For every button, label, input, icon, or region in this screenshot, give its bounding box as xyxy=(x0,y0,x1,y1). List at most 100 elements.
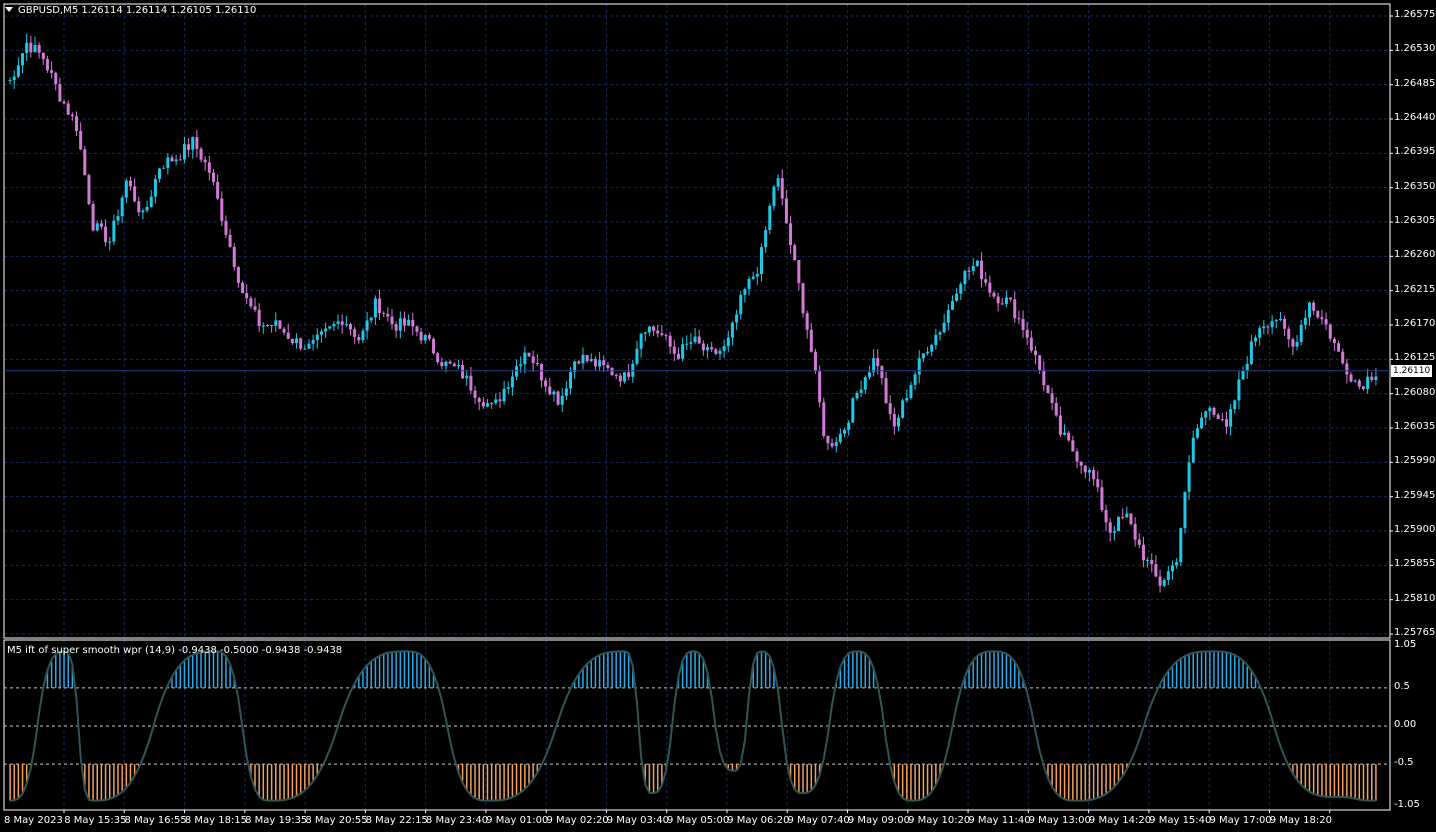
price-label: 1.25855 xyxy=(1394,558,1436,570)
candle-body xyxy=(643,332,647,334)
time-label: 9 May 17:00 xyxy=(1209,815,1272,826)
candle-body xyxy=(1200,417,1204,429)
candle-body xyxy=(1208,407,1212,412)
candle-body xyxy=(631,363,635,377)
candle-body xyxy=(1013,299,1017,319)
candle-body xyxy=(108,241,112,243)
candle-body xyxy=(490,403,494,405)
symbol-dropdown-icon[interactable] xyxy=(5,7,13,12)
candle-body xyxy=(452,363,456,367)
candle-body xyxy=(710,347,714,350)
candle-body xyxy=(735,314,739,323)
candle-body xyxy=(789,223,793,246)
candle-body xyxy=(751,276,755,279)
candle-body xyxy=(411,319,415,327)
candle-body xyxy=(552,391,556,395)
candle-body xyxy=(66,103,70,115)
candle-body xyxy=(527,352,531,357)
candle-body xyxy=(1266,326,1270,328)
candle-body xyxy=(681,344,685,359)
candle-body xyxy=(668,335,672,347)
candle-body xyxy=(1349,374,1353,382)
candle-body xyxy=(54,72,58,85)
candle-body xyxy=(510,376,514,388)
price-label: 1.25900 xyxy=(1394,524,1436,535)
candle-body xyxy=(224,220,228,235)
candle-body xyxy=(838,433,842,443)
candle-body xyxy=(809,329,813,352)
candle-body xyxy=(1146,559,1150,561)
time-label: 8 May 22:15 xyxy=(365,815,428,826)
candle-body xyxy=(801,283,805,314)
price-label: 1.26350 xyxy=(1394,180,1436,192)
candle-body xyxy=(50,70,54,73)
candle-body xyxy=(319,331,323,335)
candle-body xyxy=(1187,462,1191,492)
time-label: 8 May 2023 xyxy=(4,815,63,826)
candle-body xyxy=(440,362,444,367)
candle-body xyxy=(344,324,348,326)
candle-body xyxy=(1034,350,1037,356)
candle-body xyxy=(1341,351,1345,364)
candle-body xyxy=(1067,432,1071,441)
candle-body xyxy=(980,260,984,280)
candle-body xyxy=(714,349,718,354)
candle-body xyxy=(739,294,743,315)
time-label: 9 May 07:40 xyxy=(787,815,850,826)
candle-body xyxy=(1050,393,1054,403)
candle-body xyxy=(539,363,543,381)
candle-body xyxy=(618,375,622,382)
candle-body xyxy=(519,364,523,367)
candle-body xyxy=(1299,324,1303,342)
chart-canvas[interactable] xyxy=(0,0,1436,832)
candle-body xyxy=(722,346,726,351)
time-label: 9 May 01:00 xyxy=(486,815,549,826)
candle-body xyxy=(872,358,876,373)
candle-body xyxy=(805,313,809,330)
price-label: 1.25990 xyxy=(1394,455,1436,467)
candle-body xyxy=(589,359,593,362)
candle-body xyxy=(843,429,847,434)
candle-body xyxy=(1287,328,1291,340)
candle-body xyxy=(1079,461,1083,466)
candle-body xyxy=(818,371,822,403)
candle-body xyxy=(128,180,132,187)
candle-body xyxy=(311,339,315,344)
candle-body xyxy=(1150,559,1154,565)
candle-body xyxy=(992,292,996,297)
candle-body xyxy=(544,380,548,387)
candle-body xyxy=(1357,380,1361,387)
candle-body xyxy=(199,148,203,160)
candle-body xyxy=(315,334,319,340)
candle-body xyxy=(880,366,884,379)
candle-body xyxy=(270,325,274,327)
candle-body xyxy=(182,144,186,160)
candle-body xyxy=(1295,341,1299,347)
price-label: 1.26035 xyxy=(1394,421,1436,432)
candle-body xyxy=(1042,369,1046,386)
candle-body xyxy=(1096,479,1100,488)
candle-body xyxy=(149,196,153,207)
candle-body xyxy=(755,273,759,277)
candle-body xyxy=(1237,379,1241,401)
candle-body xyxy=(8,80,12,82)
candle-body xyxy=(1083,465,1087,473)
candle-body xyxy=(124,180,128,198)
candle-body xyxy=(523,352,527,365)
candle-body xyxy=(1212,407,1216,415)
candle-body xyxy=(813,351,817,372)
candle-body xyxy=(830,443,834,447)
time-label: 9 May 11:40 xyxy=(968,815,1031,826)
candle-body xyxy=(614,375,618,377)
indicator-level-label: 0.00 xyxy=(1394,719,1417,730)
candle-body xyxy=(718,350,722,354)
candle-body xyxy=(693,336,697,343)
candle-body xyxy=(303,348,307,350)
candle-body xyxy=(212,172,215,182)
candle-body xyxy=(245,293,249,299)
candle-body xyxy=(1291,339,1295,347)
candle-body xyxy=(946,309,950,323)
candle-body xyxy=(336,321,340,324)
candle-body xyxy=(1137,539,1141,545)
candle-body xyxy=(664,335,668,337)
